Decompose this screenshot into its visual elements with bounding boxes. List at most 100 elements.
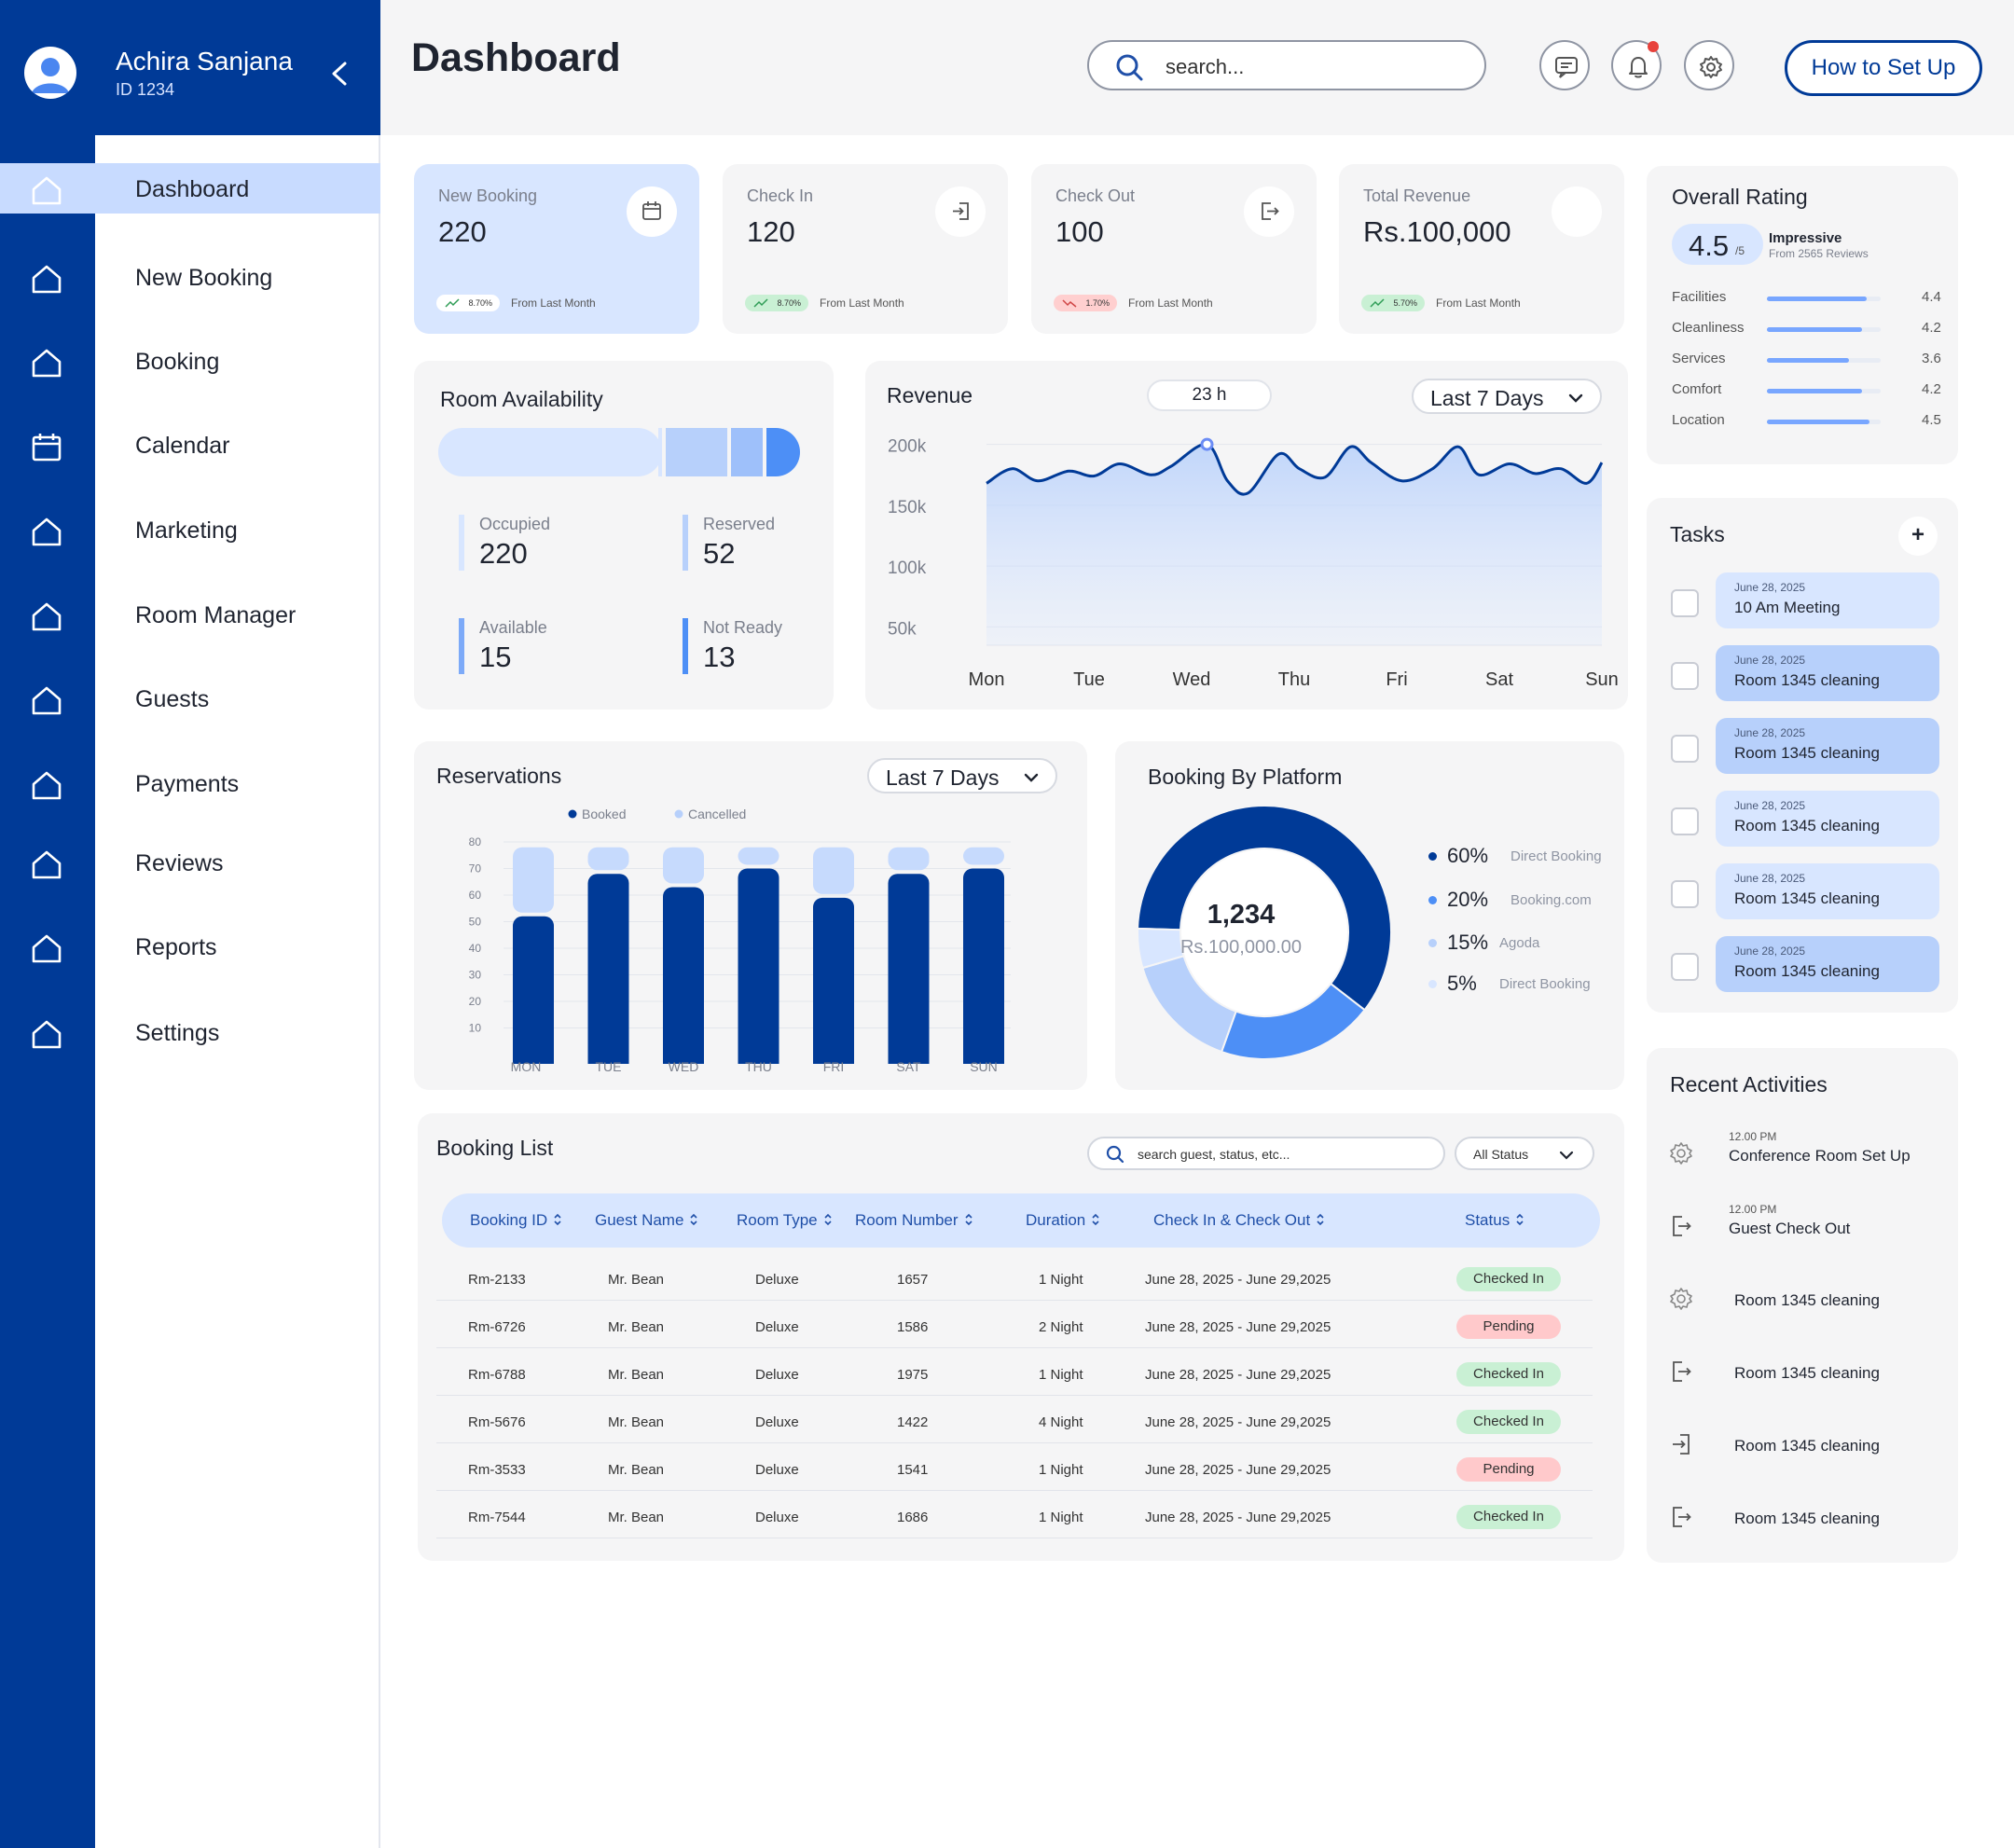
cell-duration: 1 Night <box>1039 1367 1083 1383</box>
rating-label: Location <box>1672 412 1725 428</box>
column-header-status[interactable]: Status <box>1465 1193 1525 1248</box>
stat-note: From Last Month <box>1436 297 1521 310</box>
revenue-highlight-point[interactable] <box>1200 437 1214 451</box>
sidebar-item-booking[interactable]: Booking <box>0 336 380 386</box>
sidebar-item-dashboard[interactable]: Dashboard <box>0 163 380 214</box>
cell-guest: Mr. Bean <box>608 1462 665 1478</box>
task-checkbox[interactable] <box>1671 735 1699 763</box>
task-card[interactable]: June 28, 2025 Room 1345 cleaning <box>1716 718 1939 774</box>
table-row[interactable]: Rm-6726 Mr. Bean Deluxe 1586 2 Night June 28,… <box>418 1315 1624 1367</box>
task-card[interactable]: June 28, 2025 Room 1345 cleaning <box>1716 791 1939 847</box>
column-header-duration[interactable]: Duration <box>1026 1193 1101 1248</box>
messages-button[interactable] <box>1539 40 1590 90</box>
task-checkbox[interactable] <box>1671 662 1699 690</box>
sidebar-item-marketing[interactable]: Marketing <box>0 504 380 555</box>
bar-booked[interactable] <box>738 868 779 1065</box>
bar-booked[interactable] <box>663 887 704 1064</box>
collapse-sidebar-button[interactable] <box>328 58 351 90</box>
stat-label: Check Out <box>1055 186 1136 205</box>
cell-id: Rm-2133 <box>468 1272 526 1288</box>
trend-up-icon <box>445 298 460 308</box>
how-to-set-up-button[interactable]: How to Set Up <box>1785 40 1982 96</box>
bar-cancelled[interactable] <box>587 847 629 871</box>
avatar[interactable] <box>24 47 76 99</box>
column-header-room-type[interactable]: Room Type <box>737 1193 834 1248</box>
task-checkbox[interactable] <box>1671 880 1699 908</box>
settings-button[interactable] <box>1684 40 1734 90</box>
task-date: June 28, 2025 <box>1734 654 1806 667</box>
rating-reviews-count: From 2565 Reviews <box>1769 247 1869 260</box>
cell-dates: June 28, 2025 - June 29,2025 <box>1145 1272 1331 1288</box>
bar-cancelled[interactable] <box>738 847 779 865</box>
bar-cancelled[interactable] <box>813 847 854 894</box>
sidebar-item-label: Reviews <box>135 850 224 876</box>
task-checkbox[interactable] <box>1671 807 1699 835</box>
bar-booked[interactable] <box>513 916 554 1064</box>
table-row[interactable]: Rm-3533 Mr. Bean Deluxe 1541 1 Night June 28,… <box>418 1457 1624 1510</box>
sidebar-item-label: Room Manager <box>135 602 297 628</box>
sidebar-item-reports[interactable]: Reports <box>0 921 380 972</box>
table-row[interactable]: Rm-5676 Mr. Bean Deluxe 1422 4 Night June 28,… <box>418 1410 1624 1462</box>
column-header-booking-id[interactable]: Booking ID <box>470 1193 563 1248</box>
cell-type: Deluxe <box>755 1319 799 1335</box>
stat-icon-button[interactable] <box>1552 186 1602 237</box>
task-checkbox[interactable] <box>1671 589 1699 617</box>
home-icon <box>32 265 62 294</box>
legend-percent: 5% <box>1447 972 1477 995</box>
sidebar-item-room-manager[interactable]: Room Manager <box>0 589 380 640</box>
sidebar-item-calendar[interactable]: Calendar <box>0 420 380 470</box>
task-card[interactable]: June 28, 2025 10 Am Meeting <box>1716 572 1939 628</box>
home-icon <box>32 850 62 879</box>
stat-label: New Booking <box>438 186 538 205</box>
sidebar-item-guests[interactable]: Guests <box>0 673 380 724</box>
bar-cancelled[interactable] <box>663 847 704 884</box>
home-icon <box>32 686 62 715</box>
stat-icon-button[interactable] <box>935 186 986 237</box>
column-header-guest-name[interactable]: Guest Name <box>595 1193 699 1248</box>
availability-segment-occupied <box>438 428 662 476</box>
sidebar-item-settings[interactable]: Settings <box>0 1007 380 1057</box>
table-row[interactable]: Rm-2133 Mr. Bean Deluxe 1657 1 Night June 28,… <box>418 1267 1624 1319</box>
bar-cancelled[interactable] <box>963 847 1004 865</box>
bar-cancelled[interactable] <box>888 847 930 871</box>
overall-rating-title: Overall Rating <box>1672 185 1808 209</box>
home-icon <box>32 1020 62 1049</box>
cell-room: 1586 <box>897 1319 929 1335</box>
rating-label: Comfort <box>1672 381 1722 397</box>
bar-booked[interactable] <box>963 868 1004 1065</box>
table-row[interactable]: Rm-7544 Mr. Bean Deluxe 1686 1 Night June 28,… <box>418 1505 1624 1557</box>
x-tick-label: SUN <box>970 1059 998 1074</box>
status-filter-dropdown[interactable]: All Status <box>1455 1137 1594 1170</box>
bar-cancelled[interactable] <box>513 847 554 913</box>
table-row[interactable]: Rm-6788 Mr. Bean Deluxe 1975 1 Night June 28,… <box>418 1362 1624 1414</box>
bar-booked[interactable] <box>813 897 854 1064</box>
sidebar-item-reviews[interactable]: Reviews <box>0 837 380 888</box>
bar-booked[interactable] <box>587 874 629 1064</box>
add-task-button[interactable]: + <box>1898 517 1938 556</box>
stat-icon-button[interactable] <box>1244 186 1294 237</box>
stat-card-check-out: Check Out 100 1.70% From Last Month <box>1031 164 1317 334</box>
cell-dates: June 28, 2025 - June 29,2025 <box>1145 1510 1331 1525</box>
stat-icon-button[interactable] <box>627 186 677 237</box>
column-header-check-in-check-out[interactable]: Check In & Check Out <box>1153 1193 1326 1248</box>
sidebar-item-label: Payments <box>135 771 240 797</box>
stat-value: 220 <box>438 215 487 248</box>
legend-label: Agoda <box>1499 935 1540 951</box>
task-card[interactable]: June 28, 2025 Room 1345 cleaning <box>1716 863 1939 919</box>
cell-room: 1975 <box>897 1367 929 1383</box>
rating-track <box>1767 297 1881 301</box>
sidebar-item-new-booking[interactable]: New Booking <box>0 252 380 302</box>
task-card[interactable]: June 28, 2025 Room 1345 cleaning <box>1716 936 1939 992</box>
sidebar-item-payments[interactable]: Payments <box>0 758 380 808</box>
task-card[interactable]: June 28, 2025 Room 1345 cleaning <box>1716 645 1939 701</box>
task-checkbox[interactable] <box>1671 953 1699 981</box>
task-item: June 28, 2025 Room 1345 cleaning <box>1647 863 1945 921</box>
booking-search-input[interactable]: search guest, status, etc... <box>1087 1137 1445 1170</box>
bar-booked[interactable] <box>888 874 930 1064</box>
column-header-room-number[interactable]: Room Number <box>855 1193 974 1248</box>
cell-guest: Mr. Bean <box>608 1272 665 1288</box>
y-tick-label: 80 <box>469 835 482 848</box>
search-input[interactable]: search... <box>1087 40 1486 90</box>
cell-id: Rm-7544 <box>468 1510 526 1525</box>
platform-legend-item: 5% Direct Booking <box>1428 972 1615 1000</box>
